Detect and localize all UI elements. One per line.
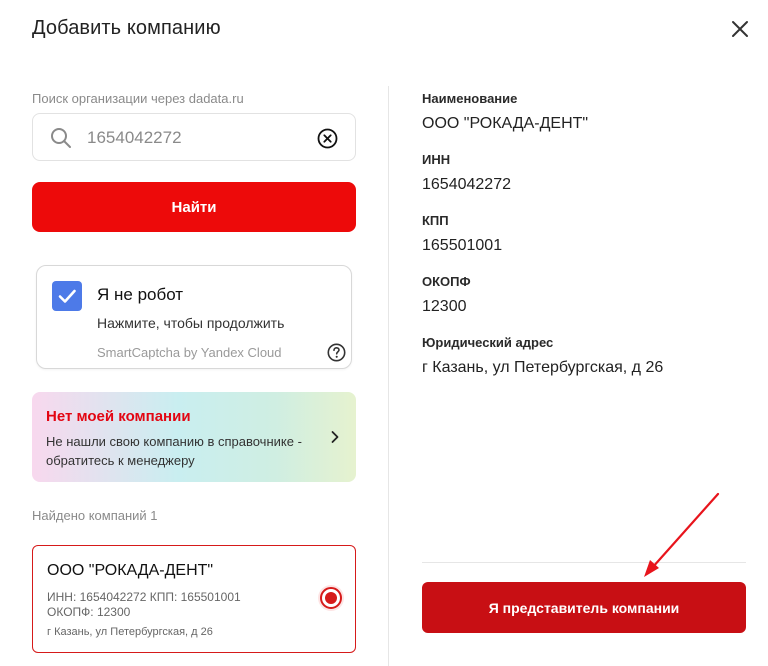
captcha-brand: SmartCaptcha by Yandex Cloud — [97, 345, 282, 360]
inn-label: ИНН — [422, 152, 451, 167]
result-ids-line1: ИНН: 1654042272 КПП: 165501001 — [47, 590, 241, 604]
annotation-arrow-icon — [644, 492, 720, 577]
captcha-widget[interactable]: Я не робот Нажмите, чтобы продолжить Sma… — [36, 265, 352, 369]
inn-value: 1654042272 — [422, 176, 511, 193]
banner-text: Не нашли свою компанию в справочнике - о… — [46, 434, 302, 468]
search-field[interactable] — [32, 113, 356, 161]
check-icon — [58, 289, 76, 303]
result-name: ООО "РОКАДА-ДЕНТ" — [47, 562, 214, 579]
close-icon[interactable] — [730, 19, 750, 39]
name-value: ООО "РОКАДА-ДЕНТ" — [422, 115, 589, 132]
address-value: г Казань, ул Петербургская, д 26 — [422, 359, 664, 376]
captcha-subtitle: Нажмите, чтобы продолжить — [97, 315, 285, 331]
result-card[interactable]: ООО "РОКАДА-ДЕНТ" ИНН: 1654042272 КПП: 1… — [32, 545, 356, 653]
help-icon[interactable] — [327, 343, 346, 362]
okopf-value: 12300 — [422, 298, 467, 315]
okopf-label: ОКОПФ — [422, 274, 471, 289]
no-company-banner[interactable]: Нет моей компании Не нашли свою компанию… — [32, 392, 356, 482]
find-button[interactable]: Найти — [32, 182, 356, 232]
search-label: Поиск организации через dadata.ru — [32, 91, 244, 106]
radio-selected-icon[interactable] — [317, 584, 345, 612]
kpp-label: КПП — [422, 213, 449, 228]
actions-divider — [422, 562, 746, 563]
result-address: г Казань, ул Петербургская, д 26 — [47, 626, 213, 638]
dialog-title: Добавить компанию — [32, 17, 221, 39]
name-label: Наименование — [422, 91, 518, 106]
search-input[interactable] — [87, 126, 307, 150]
captcha-checkbox[interactable] — [52, 281, 82, 311]
results-count: Найдено компаний 1 — [32, 508, 158, 523]
address-label: Юридический адрес — [422, 335, 554, 350]
search-icon — [51, 128, 71, 148]
chevron-right-icon — [331, 431, 339, 443]
kpp-value: 165501001 — [422, 237, 503, 254]
result-ids-line2: ОКОПФ: 12300 — [47, 605, 131, 619]
column-divider — [388, 86, 389, 666]
result-ids: ИНН: 1654042272 КПП: 165501001 ОКОПФ: 12… — [47, 590, 241, 620]
clear-icon[interactable] — [317, 128, 338, 149]
representative-button[interactable]: Я представитель компании — [422, 582, 746, 633]
captcha-title: Я не робот — [97, 285, 184, 304]
banner-title: Нет моей компании — [46, 408, 191, 425]
